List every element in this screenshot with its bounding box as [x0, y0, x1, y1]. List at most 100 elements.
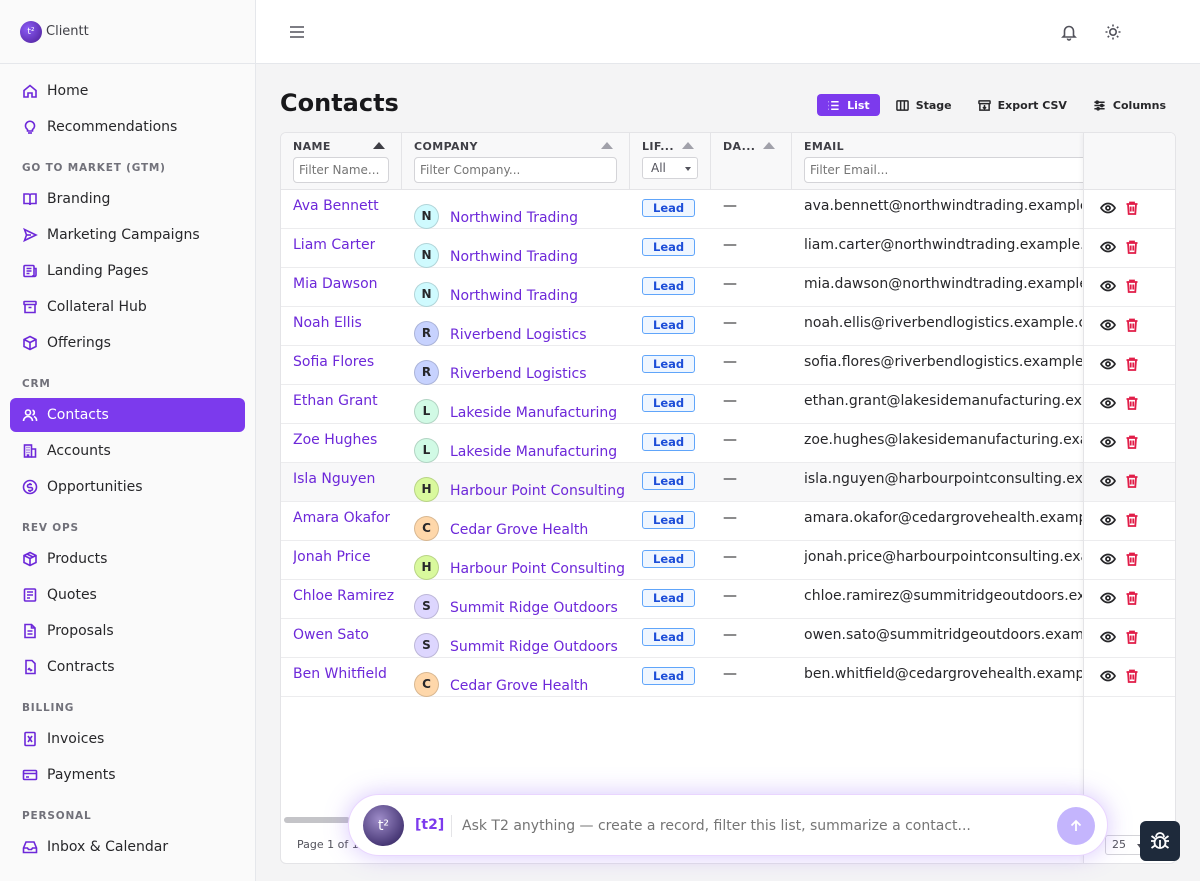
- column-email-label[interactable]: EMAIL: [804, 140, 844, 153]
- sidebar-item-contracts[interactable]: Contracts: [10, 650, 245, 684]
- table-row[interactable]: Zoe Hughes L Lakeside Manufacturing Lead…: [281, 424, 1175, 463]
- table-row[interactable]: Ava Bennett N Northwind Trading Lead — a…: [281, 190, 1175, 229]
- sidebar-item-recommendations[interactable]: Recommendations: [10, 110, 245, 144]
- page-size-value: 25: [1112, 838, 1126, 851]
- sidebar-item-collateral-hub[interactable]: Collateral Hub: [10, 290, 245, 324]
- sidebar-item-products[interactable]: Products: [10, 542, 245, 576]
- table-row[interactable]: Liam Carter N Northwind Trading Lead — l…: [281, 229, 1175, 268]
- table-row[interactable]: Amara Okafor C Cedar Grove Health Lead —…: [281, 502, 1175, 541]
- eye-icon[interactable]: [1100, 200, 1116, 216]
- hamburger-menu-icon[interactable]: [288, 23, 306, 41]
- trash-icon[interactable]: [1124, 200, 1140, 216]
- eye-icon[interactable]: [1100, 395, 1116, 411]
- trash-icon[interactable]: [1124, 590, 1140, 606]
- table-row[interactable]: Ben Whitfield C Cedar Grove Health Lead …: [281, 658, 1175, 697]
- assistant-input[interactable]: [462, 814, 1042, 838]
- lifecycle-badge: Lead: [642, 277, 696, 295]
- users-icon: [22, 409, 38, 422]
- contact-name-link[interactable]: Ben Whitfield: [293, 666, 387, 704]
- sun-icon[interactable]: [1104, 23, 1122, 41]
- eye-icon[interactable]: [1100, 512, 1116, 528]
- columns-button[interactable]: Columns: [1083, 94, 1176, 116]
- sidebar-item-label: Branding: [47, 191, 111, 207]
- eye-icon[interactable]: [1100, 278, 1116, 294]
- sort-icon[interactable]: [763, 142, 775, 149]
- email-filter-input[interactable]: [804, 157, 1094, 183]
- table-row[interactable]: Owen Sato S Summit Ridge Outdoors Lead —…: [281, 619, 1175, 658]
- trash-icon[interactable]: [1124, 239, 1140, 255]
- table-row[interactable]: Sofia Flores R Riverbend Logistics Lead …: [281, 346, 1175, 385]
- eye-icon[interactable]: [1100, 668, 1116, 684]
- sidebar-item-marketing-campaigns[interactable]: Marketing Campaigns: [10, 218, 245, 252]
- horizontal-scrollbar[interactable]: [284, 817, 350, 823]
- company-link[interactable]: Harbour Point Consulting: [450, 480, 625, 499]
- send-button[interactable]: [1057, 807, 1095, 845]
- sidebar-item-home[interactable]: Home: [10, 74, 245, 108]
- column-date-label[interactable]: DA...: [723, 140, 755, 153]
- sort-icon[interactable]: [601, 142, 613, 149]
- stage-view-button[interactable]: Stage: [886, 94, 962, 116]
- sidebar-item-accounts[interactable]: Accounts: [10, 434, 245, 468]
- eye-icon[interactable]: [1100, 356, 1116, 372]
- table-row[interactable]: Isla Nguyen H Harbour Point Consulting L…: [281, 463, 1175, 502]
- sidebar-item-landing-pages[interactable]: Landing Pages: [10, 254, 245, 288]
- sidebar-item-contacts[interactable]: Contacts: [10, 398, 245, 432]
- sidebar-item-invoices[interactable]: Invoices: [10, 722, 245, 756]
- column-name-label[interactable]: NAME: [293, 140, 331, 153]
- trash-icon[interactable]: [1124, 512, 1140, 528]
- sidebar-item-offerings[interactable]: Offerings: [10, 326, 245, 360]
- eye-icon[interactable]: [1100, 473, 1116, 489]
- company-link[interactable]: Lakeside Manufacturing: [450, 441, 617, 460]
- bell-icon[interactable]: [1060, 23, 1078, 41]
- brand[interactable]: t² Clientt: [0, 0, 255, 64]
- company-link[interactable]: Lakeside Manufacturing: [450, 402, 617, 421]
- archive-download-icon: [977, 99, 991, 111]
- sidebar-item-proposals[interactable]: Proposals: [10, 614, 245, 648]
- eye-icon[interactable]: [1100, 629, 1116, 645]
- company-link[interactable]: Cedar Grove Health: [450, 675, 588, 694]
- export-csv-button[interactable]: Export CSV: [968, 94, 1077, 116]
- trash-icon[interactable]: [1124, 278, 1140, 294]
- trash-icon[interactable]: [1124, 551, 1140, 567]
- company-link[interactable]: Northwind Trading: [450, 285, 578, 304]
- sidebar-item-quotes[interactable]: Quotes: [10, 578, 245, 612]
- table-row[interactable]: Ethan Grant L Lakeside Manufacturing Lea…: [281, 385, 1175, 424]
- table-row[interactable]: Chloe Ramirez S Summit Ridge Outdoors Le…: [281, 580, 1175, 619]
- eye-icon[interactable]: [1100, 239, 1116, 255]
- company-link[interactable]: Summit Ridge Outdoors: [450, 597, 618, 616]
- lifecycle-filter-select[interactable]: All: [642, 157, 698, 179]
- bug-report-button[interactable]: [1140, 821, 1180, 861]
- eye-icon[interactable]: [1100, 317, 1116, 333]
- eye-icon[interactable]: [1100, 551, 1116, 567]
- table-row[interactable]: Jonah Price H Harbour Point Consulting L…: [281, 541, 1175, 580]
- company-link[interactable]: Riverbend Logistics: [450, 324, 587, 343]
- column-company-label[interactable]: COMPANY: [414, 140, 478, 153]
- sort-icon[interactable]: [682, 142, 694, 149]
- trash-icon[interactable]: [1124, 356, 1140, 372]
- sidebar-item-branding[interactable]: Branding: [10, 182, 245, 216]
- table-row[interactable]: Mia Dawson N Northwind Trading Lead — mi…: [281, 268, 1175, 307]
- sort-asc-icon[interactable]: [373, 142, 385, 149]
- company-link[interactable]: Cedar Grove Health: [450, 519, 588, 538]
- company-filter-input[interactable]: [414, 157, 617, 183]
- column-lifecycle-label[interactable]: LIF...: [642, 140, 674, 153]
- company-link[interactable]: Northwind Trading: [450, 246, 578, 265]
- sidebar-item-opportunities[interactable]: Opportunities: [10, 470, 245, 504]
- trash-icon[interactable]: [1124, 473, 1140, 489]
- company-link[interactable]: Harbour Point Consulting: [450, 558, 625, 577]
- trash-icon[interactable]: [1124, 629, 1140, 645]
- trash-icon[interactable]: [1124, 317, 1140, 333]
- eye-icon[interactable]: [1100, 590, 1116, 606]
- company-link[interactable]: Riverbend Logistics: [450, 363, 587, 382]
- trash-icon[interactable]: [1124, 395, 1140, 411]
- name-filter-input[interactable]: [293, 157, 389, 183]
- trash-icon[interactable]: [1124, 434, 1140, 450]
- company-link[interactable]: Summit Ridge Outdoors: [450, 636, 618, 655]
- trash-icon[interactable]: [1124, 668, 1140, 684]
- sidebar-item-inbox-calendar[interactable]: Inbox & Calendar: [10, 830, 245, 864]
- sidebar-item-payments[interactable]: Payments: [10, 758, 245, 792]
- eye-icon[interactable]: [1100, 434, 1116, 450]
- company-link[interactable]: Northwind Trading: [450, 207, 578, 226]
- list-view-button[interactable]: List: [817, 94, 880, 116]
- table-row[interactable]: Noah Ellis R Riverbend Logistics Lead — …: [281, 307, 1175, 346]
